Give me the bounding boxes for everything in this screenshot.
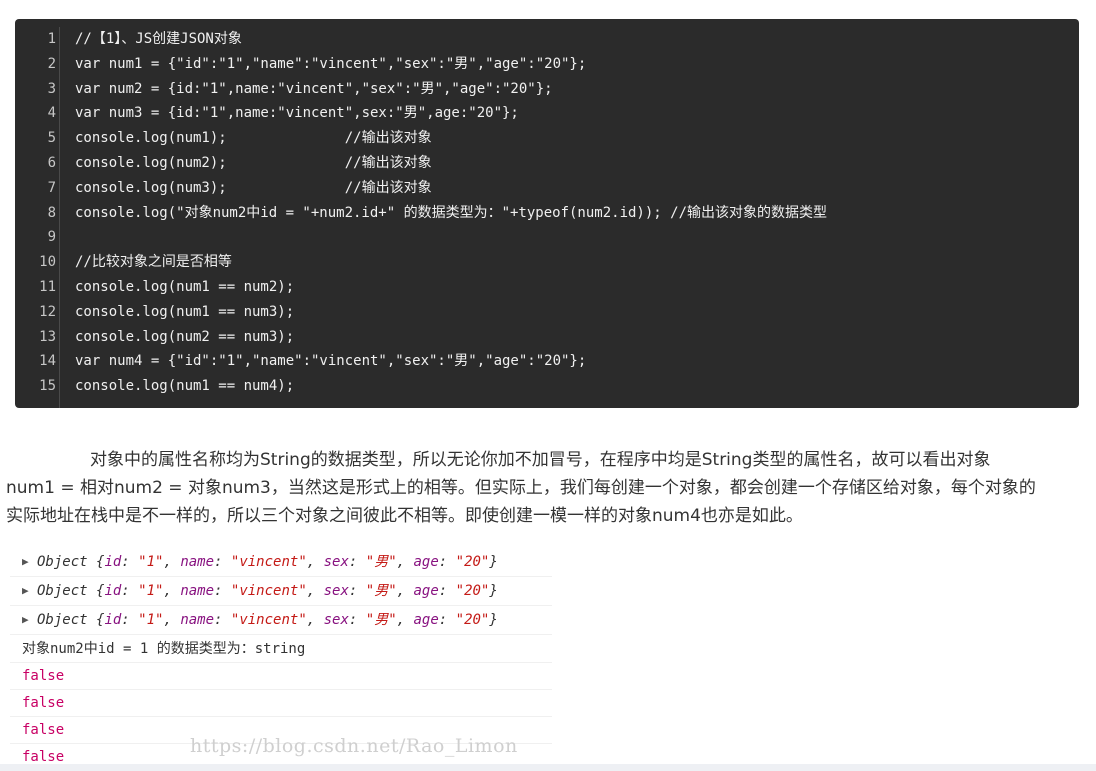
code-text: var num3 = {id:"1",name:"vincent",sex:"男…	[75, 105, 519, 122]
code-text: var num4 = {"id":"1","name":"vincent","s…	[75, 353, 587, 370]
code-text: console.log(num1 == num3);	[75, 303, 295, 320]
console-result-row: false	[10, 690, 552, 717]
code-line: 3 var num2 = {id:"1",name:"vincent","sex…	[15, 77, 1079, 102]
code-line: 2 var num1 = {"id":"1","name":"vincent",…	[15, 52, 1079, 77]
console-object-row[interactable]: ▶ Object {id: "1", name: "vincent", sex:…	[10, 606, 552, 635]
code-text: //【1】、JS创建JSON对象	[75, 31, 242, 47]
expand-triangle-icon[interactable]: ▶	[22, 606, 29, 634]
expand-triangle-icon[interactable]: ▶	[22, 577, 29, 605]
paragraph-line: 对象中的属性名称均为String的数据类型，所以无论你加不加冒号，在程序中均是S…	[90, 450, 991, 470]
code-text: console.log(num1 == num4);	[75, 378, 295, 395]
code-line: 13 console.log(num2 == num3);	[15, 325, 1079, 350]
line-number: 2	[47, 55, 56, 72]
code-line: 9	[15, 225, 1079, 250]
boolean-result: false	[22, 695, 65, 711]
code-text: console.log(num2); //输出该对象	[75, 155, 432, 171]
code-line: 7 console.log(num3); //输出该对象	[15, 176, 1079, 201]
code-text: console.log(num2 == num3);	[75, 328, 295, 345]
code-text: console.log(num3); //输出该对象	[75, 179, 432, 196]
line-number: 6	[47, 155, 56, 171]
object-preview: Object {id: "1", name: "vincent", sex: "…	[37, 583, 498, 599]
console-log-row: 对象num2中id = 1 的数据类型为：string	[10, 636, 552, 663]
code-block: 1 //【1】、JS创建JSON对象 2 var num1 = {"id":"1…	[15, 19, 1079, 408]
boolean-result: false	[22, 668, 65, 684]
watermark-text: https://blog.csdn.net/Rao_Limon	[190, 735, 518, 757]
code-line: 15 console.log(num1 == num4);	[15, 374, 1079, 399]
line-number: 13	[39, 328, 56, 345]
boolean-result: false	[22, 722, 65, 738]
line-number: 12	[39, 303, 56, 320]
type-log-text: 对象num2中id = 1 的数据类型为：string	[22, 641, 306, 657]
code-line: 14 var num4 = {"id":"1","name":"vincent"…	[15, 349, 1079, 374]
console-object-row[interactable]: ▶ Object {id: "1", name: "vincent", sex:…	[10, 577, 552, 606]
code-line: 5 console.log(num1); //输出该对象	[15, 126, 1079, 151]
line-number: 10	[39, 254, 56, 271]
object-preview: Object {id: "1", name: "vincent", sex: "…	[37, 612, 498, 628]
code-text: //比较对象之间是否相等	[75, 254, 232, 271]
paragraph-line: 实际地址在栈中是不一样的，所以三个对象之间彼此不相等。即使创建一模一样的对象nu…	[6, 506, 803, 526]
line-number: 1	[47, 31, 56, 47]
paragraph-line: num1 = 相对num2 = 对象num3，当然这是形式上的相等。但实际上，我…	[6, 478, 1036, 498]
code-line: 11 console.log(num1 == num2);	[15, 275, 1079, 300]
expand-triangle-icon[interactable]: ▶	[22, 548, 29, 576]
code-text: console.log(num1 == num2);	[75, 279, 295, 295]
code-text: var num1 = {"id":"1","name":"vincent","s…	[75, 55, 587, 72]
line-number: 8	[47, 204, 56, 221]
code-line: 12 console.log(num1 == num3);	[15, 300, 1079, 325]
line-number: 3	[47, 80, 56, 97]
line-number: 15	[39, 378, 56, 395]
line-number: 9	[47, 229, 56, 246]
console-object-row[interactable]: ▶ Object {id: "1", name: "vincent", sex:…	[10, 548, 552, 577]
code-line: 10 //比较对象之间是否相等	[15, 250, 1079, 275]
console-result-row: false	[10, 663, 552, 690]
code-line: 8 console.log("对象num2中id = "+num2.id+" 的…	[15, 201, 1079, 226]
line-number: 7	[47, 179, 56, 196]
line-number: 14	[39, 353, 56, 370]
bottom-divider	[0, 764, 1096, 771]
code-text: console.log(num1); //输出该对象	[75, 130, 432, 147]
line-number: 4	[47, 105, 56, 122]
code-line: 6 console.log(num2); //输出该对象	[15, 151, 1079, 176]
code-line: 4 var num3 = {id:"1",name:"vincent",sex:…	[15, 101, 1079, 126]
code-text: var num2 = {id:"1",name:"vincent","sex":…	[75, 80, 553, 97]
object-preview: Object {id: "1", name: "vincent", sex: "…	[37, 554, 498, 570]
code-line: 1 //【1】、JS创建JSON对象	[15, 27, 1079, 52]
code-text: console.log("对象num2中id = "+num2.id+" 的数据…	[75, 204, 828, 221]
line-number: 11	[39, 279, 56, 295]
line-number: 5	[47, 130, 56, 147]
